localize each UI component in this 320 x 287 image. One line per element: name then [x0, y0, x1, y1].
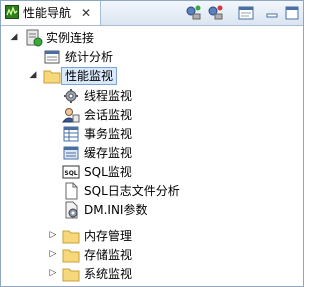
- statistics-icon: [43, 48, 61, 66]
- close-icon[interactable]: ✕: [81, 5, 91, 21]
- toolbar-maximize-button[interactable]: [283, 4, 301, 22]
- tab-title: 性能导航: [23, 6, 72, 20]
- tree-item-label: DM.INI参数: [84, 203, 148, 217]
- navigator-tree: ◢ 实例连接 统计分析 ◢ 性能监视 线程监视 会话监视 事务监视 缓存监视 S…: [1, 26, 303, 286]
- session-user-icon: [62, 106, 80, 124]
- ini-params-icon: [62, 201, 80, 219]
- toolbar-minimize-button[interactable]: [263, 4, 281, 22]
- toolbar-connect-button[interactable]: [184, 4, 202, 22]
- tree-item-dm-ini-params[interactable]: DM.INI参数: [1, 200, 301, 220]
- transaction-table-icon: [62, 125, 80, 143]
- folder-icon: [43, 67, 61, 85]
- tree-item-label: 线程监视: [84, 89, 133, 103]
- minimize-icon: [266, 13, 278, 18]
- tree-item-system-monitor[interactable]: ▷ 系统监视: [1, 264, 301, 284]
- tree-item-sql-log-analysis[interactable]: SQL日志文件分析: [1, 181, 301, 201]
- tree-item-memory-management[interactable]: ▷ 内存管理: [1, 226, 301, 246]
- expanded-triangle-icon[interactable]: ◢: [9, 32, 19, 42]
- tree-item-statistics[interactable]: 统计分析: [1, 47, 301, 67]
- tree-item-cache-monitor[interactable]: 缓存监视: [1, 143, 301, 163]
- performance-monitor-icon: [5, 5, 19, 19]
- tree-item-label: 性能监视: [61, 67, 118, 85]
- document-icon: [62, 182, 80, 200]
- server-instance-icon: [25, 29, 43, 47]
- performance-navigator-panel: 性能导航 ✕ ◢ 实例连接 统计分析 ◢ 性能监视 线程监视 会话监视 事务监视…: [0, 0, 304, 287]
- cache-icon: [62, 144, 80, 162]
- thread-gear-icon: [62, 87, 80, 105]
- folder-icon: [62, 227, 80, 245]
- folder-icon: [62, 265, 80, 283]
- tree-item-instance-connection[interactable]: ◢ 实例连接: [1, 28, 301, 48]
- tree-item-label: 存储监视: [84, 248, 133, 262]
- tree-item-thread-monitor[interactable]: 线程监视: [1, 86, 301, 106]
- tree-item-label: 会话监视: [84, 108, 133, 122]
- collapsed-triangle-icon[interactable]: ▷: [48, 230, 58, 240]
- tree-item-storage-monitor[interactable]: ▷ 存储监视: [1, 245, 301, 265]
- tree-item-label: SQL日志文件分析: [84, 184, 180, 198]
- tree-item-session-monitor[interactable]: 会话监视: [1, 105, 301, 125]
- tree-item-label: 缓存监视: [84, 146, 133, 160]
- toolbar-disconnect-button[interactable]: [206, 4, 224, 22]
- sql-icon: SQL: [62, 163, 80, 181]
- tree-item-label: 统计分析: [65, 50, 114, 64]
- tree-item-label: 事务监视: [84, 127, 133, 141]
- tree-item-label: SQL监视: [84, 165, 132, 179]
- svg-text:SQL: SQL: [64, 170, 77, 177]
- disconnect-icon: [208, 5, 223, 20]
- tree-item-sql-monitor[interactable]: SQL SQL监视: [1, 162, 301, 182]
- connect-icon: [186, 5, 201, 20]
- tab-performance-navigator[interactable]: 性能导航 ✕: [1, 1, 101, 25]
- maximize-icon: [285, 6, 299, 20]
- collapsed-triangle-icon[interactable]: ▷: [48, 268, 58, 278]
- collapsed-triangle-icon[interactable]: ▷: [48, 249, 58, 259]
- toolbar-view-button[interactable]: [237, 4, 255, 22]
- view-icon: [238, 6, 254, 20]
- tree-item-label: 内存管理: [84, 229, 133, 243]
- tree-item-label: 实例连接: [46, 31, 95, 45]
- tab-bar: 性能导航 ✕: [1, 1, 303, 26]
- expanded-triangle-icon[interactable]: ◢: [28, 70, 38, 80]
- tree-item-transaction-monitor[interactable]: 事务监视: [1, 124, 301, 144]
- tree-item-label: 系统监视: [84, 267, 133, 281]
- tree-item-performance-monitor[interactable]: ◢ 性能监视: [1, 66, 301, 86]
- folder-icon: [62, 246, 80, 264]
